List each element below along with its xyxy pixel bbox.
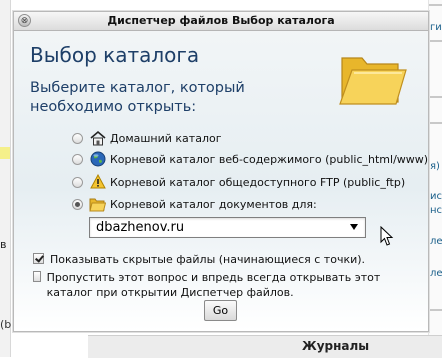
show-hidden-files-checkbox[interactable] bbox=[33, 253, 44, 264]
background-right-text: гиф bbox=[430, 22, 442, 33]
option-public-html-label: Корневой каталог веб-содержимого (public… bbox=[110, 152, 429, 166]
dialog-titlebar[interactable]: ⊗ Диспетчер файлов Выбор каталога bbox=[14, 12, 428, 31]
domain-select[interactable]: dbazhenov.ru bbox=[89, 217, 366, 238]
journals-label[interactable]: Журналы bbox=[302, 339, 369, 353]
dialog-question: Выберите каталог, который необходимо отк… bbox=[30, 80, 245, 115]
ftp-warning-icon bbox=[89, 174, 106, 191]
radio-document-root[interactable] bbox=[72, 198, 83, 210]
show-hidden-files-option[interactable]: Показывать скрытые файлы (начинающиеся с… bbox=[33, 252, 365, 267]
domain-select-value: dbazhenov.ru bbox=[96, 220, 185, 235]
directory-selection-dialog: ⊗ Диспетчер файлов Выбор каталога Выбор … bbox=[13, 11, 429, 332]
radio-public-ftp[interactable] bbox=[72, 176, 83, 188]
option-home-label: Домашний каталог bbox=[110, 131, 222, 145]
background-right-text: я) bbox=[430, 161, 440, 172]
option-public-ftp[interactable]: Корневой каталог общедоступного FTP (pub… bbox=[72, 172, 405, 192]
dialog-heading: Выбор каталога bbox=[30, 43, 200, 67]
background-highlight bbox=[0, 147, 10, 159]
skip-question-checkbox[interactable] bbox=[33, 271, 41, 282]
background-right-text: ле bbox=[430, 236, 442, 247]
background-left-panel bbox=[0, 0, 11, 357]
folder-open-icon bbox=[339, 57, 407, 105]
option-public-ftp-label: Корневой каталог общедоступного FTP (pub… bbox=[110, 175, 406, 189]
background-fragment: в bbox=[0, 238, 7, 251]
globe-icon bbox=[89, 151, 106, 168]
mouse-cursor-icon bbox=[380, 226, 394, 246]
background-right-panel: гиф я) иск нс ле ле bbox=[428, 0, 442, 357]
background-right-text: иск bbox=[430, 191, 442, 202]
chevron-down-icon[interactable] bbox=[350, 224, 358, 230]
skip-question-option[interactable]: Пропустить этот вопрос и впредь всегда о… bbox=[33, 270, 413, 300]
folder-icon bbox=[89, 196, 106, 213]
radio-home[interactable] bbox=[72, 132, 83, 144]
background-right-text: нс bbox=[430, 205, 442, 216]
option-document-root[interactable]: Корневой каталог документов для: bbox=[72, 194, 317, 214]
show-hidden-files-label: Показывать скрытые файлы (начинающиеся с… bbox=[50, 253, 366, 266]
option-document-root-label: Корневой каталог документов для: bbox=[110, 197, 317, 211]
radio-public-html[interactable] bbox=[72, 153, 83, 165]
dialog-title: Диспетчер файлов Выбор каталога bbox=[107, 14, 335, 27]
home-icon bbox=[89, 130, 106, 147]
option-home[interactable]: Домашний каталог bbox=[72, 128, 222, 148]
background-bottom-bar: Журналы bbox=[88, 335, 442, 358]
option-public-html[interactable]: Корневой каталог веб-содержимого (public… bbox=[72, 149, 428, 169]
go-button[interactable]: Go bbox=[204, 300, 237, 321]
background-right-text: ле bbox=[430, 268, 442, 279]
skip-question-label: Пропустить этот вопрос и впредь всегда о… bbox=[46, 271, 381, 299]
